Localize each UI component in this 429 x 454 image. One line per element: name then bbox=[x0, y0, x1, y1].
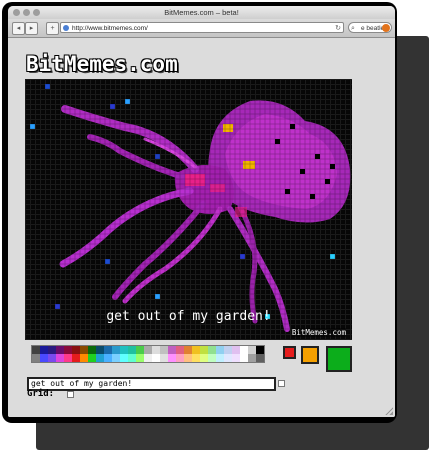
color-palette bbox=[31, 345, 265, 363]
palette-swatch[interactable] bbox=[88, 346, 96, 354]
palette-swatch[interactable] bbox=[112, 354, 120, 362]
palette-swatch[interactable] bbox=[64, 354, 72, 362]
palette-swatch[interactable] bbox=[200, 346, 208, 354]
palette-swatch[interactable] bbox=[144, 346, 152, 354]
title-bar: BitMemes.com – beta! bbox=[8, 6, 395, 19]
palette-swatch[interactable] bbox=[104, 354, 112, 362]
caption-input[interactable]: get out of my garden! bbox=[27, 377, 276, 391]
palette-swatch[interactable] bbox=[144, 354, 152, 362]
address-url: http://www.bitmemes.com/ bbox=[72, 25, 148, 32]
search-field[interactable]: ⌕ e beatles bbox=[348, 22, 392, 33]
palette-swatch[interactable] bbox=[88, 354, 96, 362]
rss-icon[interactable] bbox=[382, 24, 390, 32]
forward-button[interactable]: ▸ bbox=[25, 22, 38, 35]
palette-swatch[interactable] bbox=[40, 346, 48, 354]
palette-swatch[interactable] bbox=[72, 354, 80, 362]
palette-swatch[interactable] bbox=[160, 354, 168, 362]
palette-swatch[interactable] bbox=[160, 346, 168, 354]
palette-swatch[interactable] bbox=[64, 346, 72, 354]
palette-swatch[interactable] bbox=[128, 354, 136, 362]
palette-swatch[interactable] bbox=[184, 346, 192, 354]
palette-swatch[interactable] bbox=[32, 346, 40, 354]
palette-swatch[interactable] bbox=[192, 354, 200, 362]
palette-swatch[interactable] bbox=[240, 346, 248, 354]
globe-icon bbox=[63, 25, 69, 31]
browser-toolbar: ◂ ▸ + http://www.bitmemes.com/ ↻ ⌕ e bea… bbox=[8, 19, 395, 38]
palette-swatch[interactable] bbox=[184, 354, 192, 362]
palette-swatch[interactable] bbox=[128, 346, 136, 354]
close-window-button[interactable] bbox=[13, 9, 20, 16]
window-title: BitMemes.com – beta! bbox=[164, 8, 239, 17]
palette-swatch[interactable] bbox=[168, 354, 176, 362]
palette-swatch[interactable] bbox=[80, 354, 88, 362]
palette-swatch[interactable] bbox=[256, 354, 264, 362]
palette-swatch[interactable] bbox=[56, 354, 64, 362]
palette-swatch[interactable] bbox=[56, 346, 64, 354]
palette-swatch[interactable] bbox=[136, 346, 144, 354]
palette-swatch[interactable] bbox=[168, 346, 176, 354]
palette-swatch[interactable] bbox=[96, 354, 104, 362]
window-frame: BitMemes.com – beta! ◂ ▸ + http://www.bi… bbox=[2, 2, 397, 423]
palette-swatch[interactable] bbox=[216, 346, 224, 354]
palette-swatch[interactable] bbox=[224, 354, 232, 362]
address-bar[interactable]: http://www.bitmemes.com/ ↻ bbox=[60, 22, 344, 33]
palette-swatch[interactable] bbox=[224, 346, 232, 354]
palette-swatch[interactable] bbox=[152, 354, 160, 362]
palette-swatch[interactable] bbox=[232, 346, 240, 354]
palette-swatch[interactable] bbox=[208, 346, 216, 354]
palette-swatch[interactable] bbox=[32, 354, 40, 362]
octopus-pixel-art bbox=[25, 79, 352, 340]
palette-swatch[interactable] bbox=[200, 354, 208, 362]
palette-swatch[interactable] bbox=[152, 346, 160, 354]
browser-window: BitMemes.com – beta! ◂ ▸ + http://www.bi… bbox=[8, 6, 395, 417]
palette-swatch[interactable] bbox=[208, 354, 216, 362]
search-icon: ⌕ bbox=[351, 25, 355, 32]
secondary-color-swatch[interactable] bbox=[301, 346, 319, 364]
palette-swatch[interactable] bbox=[248, 346, 256, 354]
resize-handle[interactable] bbox=[385, 407, 393, 415]
palette-swatch[interactable] bbox=[232, 354, 240, 362]
grid-checkbox[interactable] bbox=[67, 391, 74, 398]
window-controls bbox=[13, 9, 40, 16]
tertiary-color-swatch[interactable] bbox=[326, 346, 352, 372]
palette-swatch[interactable] bbox=[176, 354, 184, 362]
palette-swatch[interactable] bbox=[48, 354, 56, 362]
palette-swatch[interactable] bbox=[112, 346, 120, 354]
caption-checkbox[interactable] bbox=[278, 380, 285, 387]
palette-swatch[interactable] bbox=[96, 346, 104, 354]
palette-swatch[interactable] bbox=[104, 346, 112, 354]
minimize-window-button[interactable] bbox=[23, 9, 30, 16]
palette-swatch[interactable] bbox=[248, 354, 256, 362]
palette-swatch[interactable] bbox=[80, 346, 88, 354]
zoom-window-button[interactable] bbox=[33, 9, 40, 16]
meme-caption: get out of my garden! bbox=[106, 309, 271, 324]
palette-swatch[interactable] bbox=[176, 346, 184, 354]
palette-swatch[interactable] bbox=[48, 346, 56, 354]
add-bookmark-button[interactable]: + bbox=[46, 22, 59, 35]
watermark: BitMemes.com bbox=[291, 328, 346, 337]
palette-swatch[interactable] bbox=[120, 354, 128, 362]
palette-swatch[interactable] bbox=[136, 354, 144, 362]
palette-swatch[interactable] bbox=[120, 346, 128, 354]
palette-swatch[interactable] bbox=[216, 354, 224, 362]
palette-swatch[interactable] bbox=[72, 346, 80, 354]
palette-swatch[interactable] bbox=[40, 354, 48, 362]
reload-icon[interactable]: ↻ bbox=[335, 23, 341, 34]
palette-swatch[interactable] bbox=[240, 354, 248, 362]
page-content: BitMemes.com get out of my garden! BitMe… bbox=[8, 38, 395, 417]
palette-swatch[interactable] bbox=[192, 346, 200, 354]
grid-label: Grid: bbox=[27, 389, 55, 399]
drawing-canvas[interactable]: get out of my garden! BitMemes.com bbox=[25, 79, 352, 340]
current-color-swatch[interactable] bbox=[283, 346, 296, 359]
site-logo[interactable]: BitMemes.com bbox=[26, 52, 178, 76]
back-button[interactable]: ◂ bbox=[12, 22, 25, 35]
palette-swatch[interactable] bbox=[256, 346, 264, 354]
